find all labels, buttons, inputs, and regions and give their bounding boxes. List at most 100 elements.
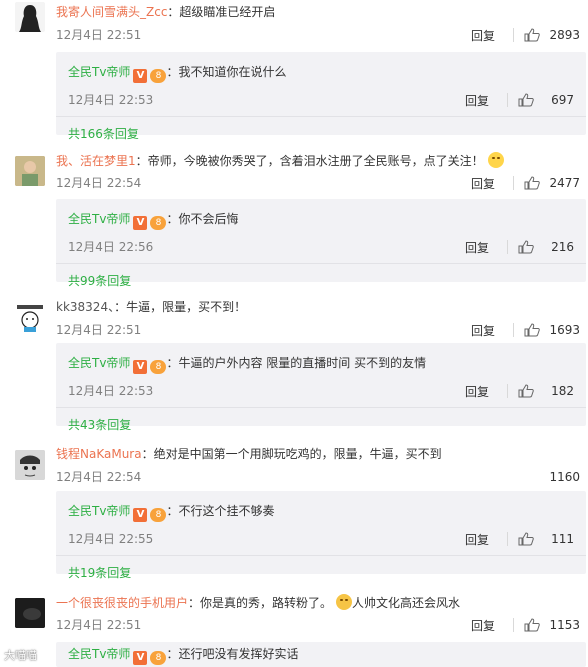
divider — [513, 618, 514, 632]
replier-name[interactable]: 全民Tv帝师 — [68, 647, 130, 661]
fan-badge: 8 — [150, 69, 167, 83]
verified-badge: V — [133, 69, 148, 83]
thumbs-up-icon[interactable] — [524, 323, 540, 337]
avatar[interactable] — [15, 2, 45, 32]
verified-badge: V — [133, 651, 148, 665]
reply-box: 全民Tv帝师 V 8 ：牛逼的户外内容 限量的直播时间 买不到的友情 12月4日 22… — [56, 343, 586, 432]
reply-button[interactable]: 回复 — [465, 383, 489, 400]
thumbs-up-icon[interactable] — [518, 384, 534, 398]
comment-text: ：你是真的秀，路转粉了。 — [188, 596, 333, 610]
more-replies-link[interactable]: 共166条回复 — [68, 126, 139, 142]
commenter-name[interactable]: 我寄人间雪满头_Zcc — [56, 5, 167, 19]
comment-time: 12月4日 22:54 — [56, 470, 142, 484]
reply-box: 全民Tv帝师 V 8 ：你不会后悔 12月4日 22:56 回复 216 共99条回复 — [56, 199, 586, 288]
like-count: 1153 — [549, 618, 580, 632]
like-count: 1693 — [549, 323, 580, 337]
thumbs-up-icon[interactable] — [518, 240, 534, 254]
reply-box: 全民Tv帝师 V 8 ：还行吧没有发挥好实话 — [56, 642, 586, 667]
replier-name[interactable]: 全民Tv帝师 — [68, 356, 130, 370]
fan-badge: 8 — [150, 216, 167, 230]
like-count: 111 — [551, 532, 574, 546]
comment-item: kk38324、：牛逼，限量，买不到！ 12月4日 22:51 回复 1693 … — [0, 297, 588, 432]
verified-badge: V — [133, 360, 148, 374]
avatar[interactable] — [15, 598, 45, 628]
watermark: 大喵喵 — [4, 649, 37, 662]
comment-text: ：超级瞄准已经开启 — [167, 5, 276, 19]
reply-text: ：你不会后悔 — [166, 212, 239, 226]
reply-button[interactable]: 回复 — [465, 92, 489, 109]
fan-badge: 8 — [150, 508, 167, 522]
comment-time: 12月4日 22:51 — [56, 323, 142, 337]
divider — [507, 532, 508, 546]
replier-name[interactable]: 全民Tv帝师 — [68, 504, 130, 518]
reply-text: ：牛逼的户外内容 限量的直播时间 买不到的友情 — [166, 356, 427, 370]
divider — [507, 93, 508, 107]
reply-text: ：我不知道你在说什么 — [166, 65, 287, 79]
reply-text: ：不行这个挂不够奏 — [166, 504, 275, 518]
commenter-name[interactable]: 钱程NaKaMura — [56, 447, 142, 461]
comment-time: 12月4日 22:51 — [56, 618, 142, 632]
avatar-sketch-icon — [15, 450, 45, 480]
comment-item: 钱程NaKaMura：绝对是中国第一个用脚玩吃鸡的，限量，牛逼，买不到 12月4… — [0, 444, 588, 580]
thumbs-up-icon[interactable] — [518, 93, 534, 107]
thumbs-up-icon[interactable] — [524, 28, 540, 42]
divider — [56, 555, 586, 556]
avatar[interactable] — [15, 450, 45, 480]
avatar[interactable] — [15, 156, 45, 186]
divider — [56, 116, 586, 117]
divider — [513, 176, 514, 190]
divider — [56, 263, 586, 264]
comment-time: 12月4日 22:51 — [56, 28, 142, 42]
happy-emoji-icon — [336, 594, 353, 610]
reply-time: 12月4日 22:55 — [68, 532, 154, 546]
comment-text-after: 人帅文化高还会风水 — [352, 596, 461, 610]
reply-time: 12月4日 22:53 — [68, 384, 154, 398]
verified-badge: V — [133, 508, 148, 522]
comment-item: 我、活在梦里1：帝师，今晚被你秀哭了，含着泪水注册了全民账号，点了关注！ 12月… — [0, 150, 588, 288]
reply-box: 全民Tv帝师 V 8 ：我不知道你在说什么 12月4日 22:53 回复 697 共1… — [56, 52, 586, 141]
comment-item: 我寄人间雪满头_Zcc：超级瞄准已经开启 12月4日 22:51 回复 2893… — [0, 2, 588, 141]
reply-text: ：还行吧没有发挥好实话 — [166, 647, 299, 661]
replier-name[interactable]: 全民Tv帝师 — [68, 65, 130, 79]
reply-button[interactable]: 回复 — [465, 239, 489, 256]
comment-text: ：帝师，今晚被你秀哭了，含着泪水注册了全民账号，点了关注！ — [135, 154, 484, 168]
commenter-name[interactable]: kk38324、 — [56, 300, 114, 314]
reply-button[interactable]: 回复 — [471, 617, 495, 634]
divider — [513, 28, 514, 42]
replier-name[interactable]: 全民Tv帝师 — [68, 212, 130, 226]
comment-text: ：绝对是中国第一个用脚玩吃鸡的，限量，牛逼，买不到 — [141, 447, 442, 461]
like-count: 697 — [551, 93, 574, 107]
thumbs-up-icon[interactable] — [518, 532, 534, 546]
comment-time: 12月4日 22:54 — [56, 176, 142, 190]
reply-time: 12月4日 22:56 — [68, 240, 154, 254]
like-count: 216 — [551, 240, 574, 254]
like-count: 2893 — [549, 28, 580, 42]
comment-text: ：牛逼，限量，买不到！ — [114, 300, 247, 314]
thumbs-up-icon[interactable] — [524, 176, 540, 190]
commenter-name[interactable]: 我、活在梦里1 — [56, 154, 136, 168]
like-count: 182 — [551, 384, 574, 398]
laugh-cry-emoji-icon — [487, 152, 504, 168]
divider — [507, 240, 508, 254]
more-replies-link[interactable]: 共19条回复 — [68, 565, 131, 581]
comment-feed: 我寄人间雪满头_Zcc：超级瞄准已经开启 12月4日 22:51 回复 2893… — [0, 0, 588, 667]
commenter-name[interactable]: 一个很丧很丧的手机用户 — [56, 596, 188, 610]
fan-badge: 8 — [150, 360, 167, 374]
avatar[interactable] — [15, 303, 45, 333]
divider — [56, 407, 586, 408]
thumbs-up-icon[interactable] — [524, 618, 540, 632]
comment-item: 一个很丧很丧的手机用户：你是真的秀，路转粉了。 人帅文化高还会风水 12月4日 2… — [0, 592, 588, 667]
reply-time: 12月4日 22:53 — [68, 93, 154, 107]
reply-button[interactable]: 回复 — [471, 322, 495, 339]
divider — [507, 384, 508, 398]
avatar-photo-icon — [15, 156, 45, 186]
avatar-cartoon-icon — [15, 303, 45, 333]
avatar-silhouette-icon — [19, 5, 41, 32]
verified-badge: V — [133, 216, 148, 230]
reply-button[interactable]: 回复 — [471, 27, 495, 44]
reply-button[interactable]: 回复 — [471, 175, 495, 192]
more-replies-link[interactable]: 共99条回复 — [68, 273, 131, 289]
reply-button[interactable]: 回复 — [465, 531, 489, 548]
more-replies-link[interactable]: 共43条回复 — [68, 417, 131, 433]
reply-box: 全民Tv帝师 V 8 ：不行这个挂不够奏 12月4日 22:55 回复 111 共19… — [56, 491, 586, 580]
